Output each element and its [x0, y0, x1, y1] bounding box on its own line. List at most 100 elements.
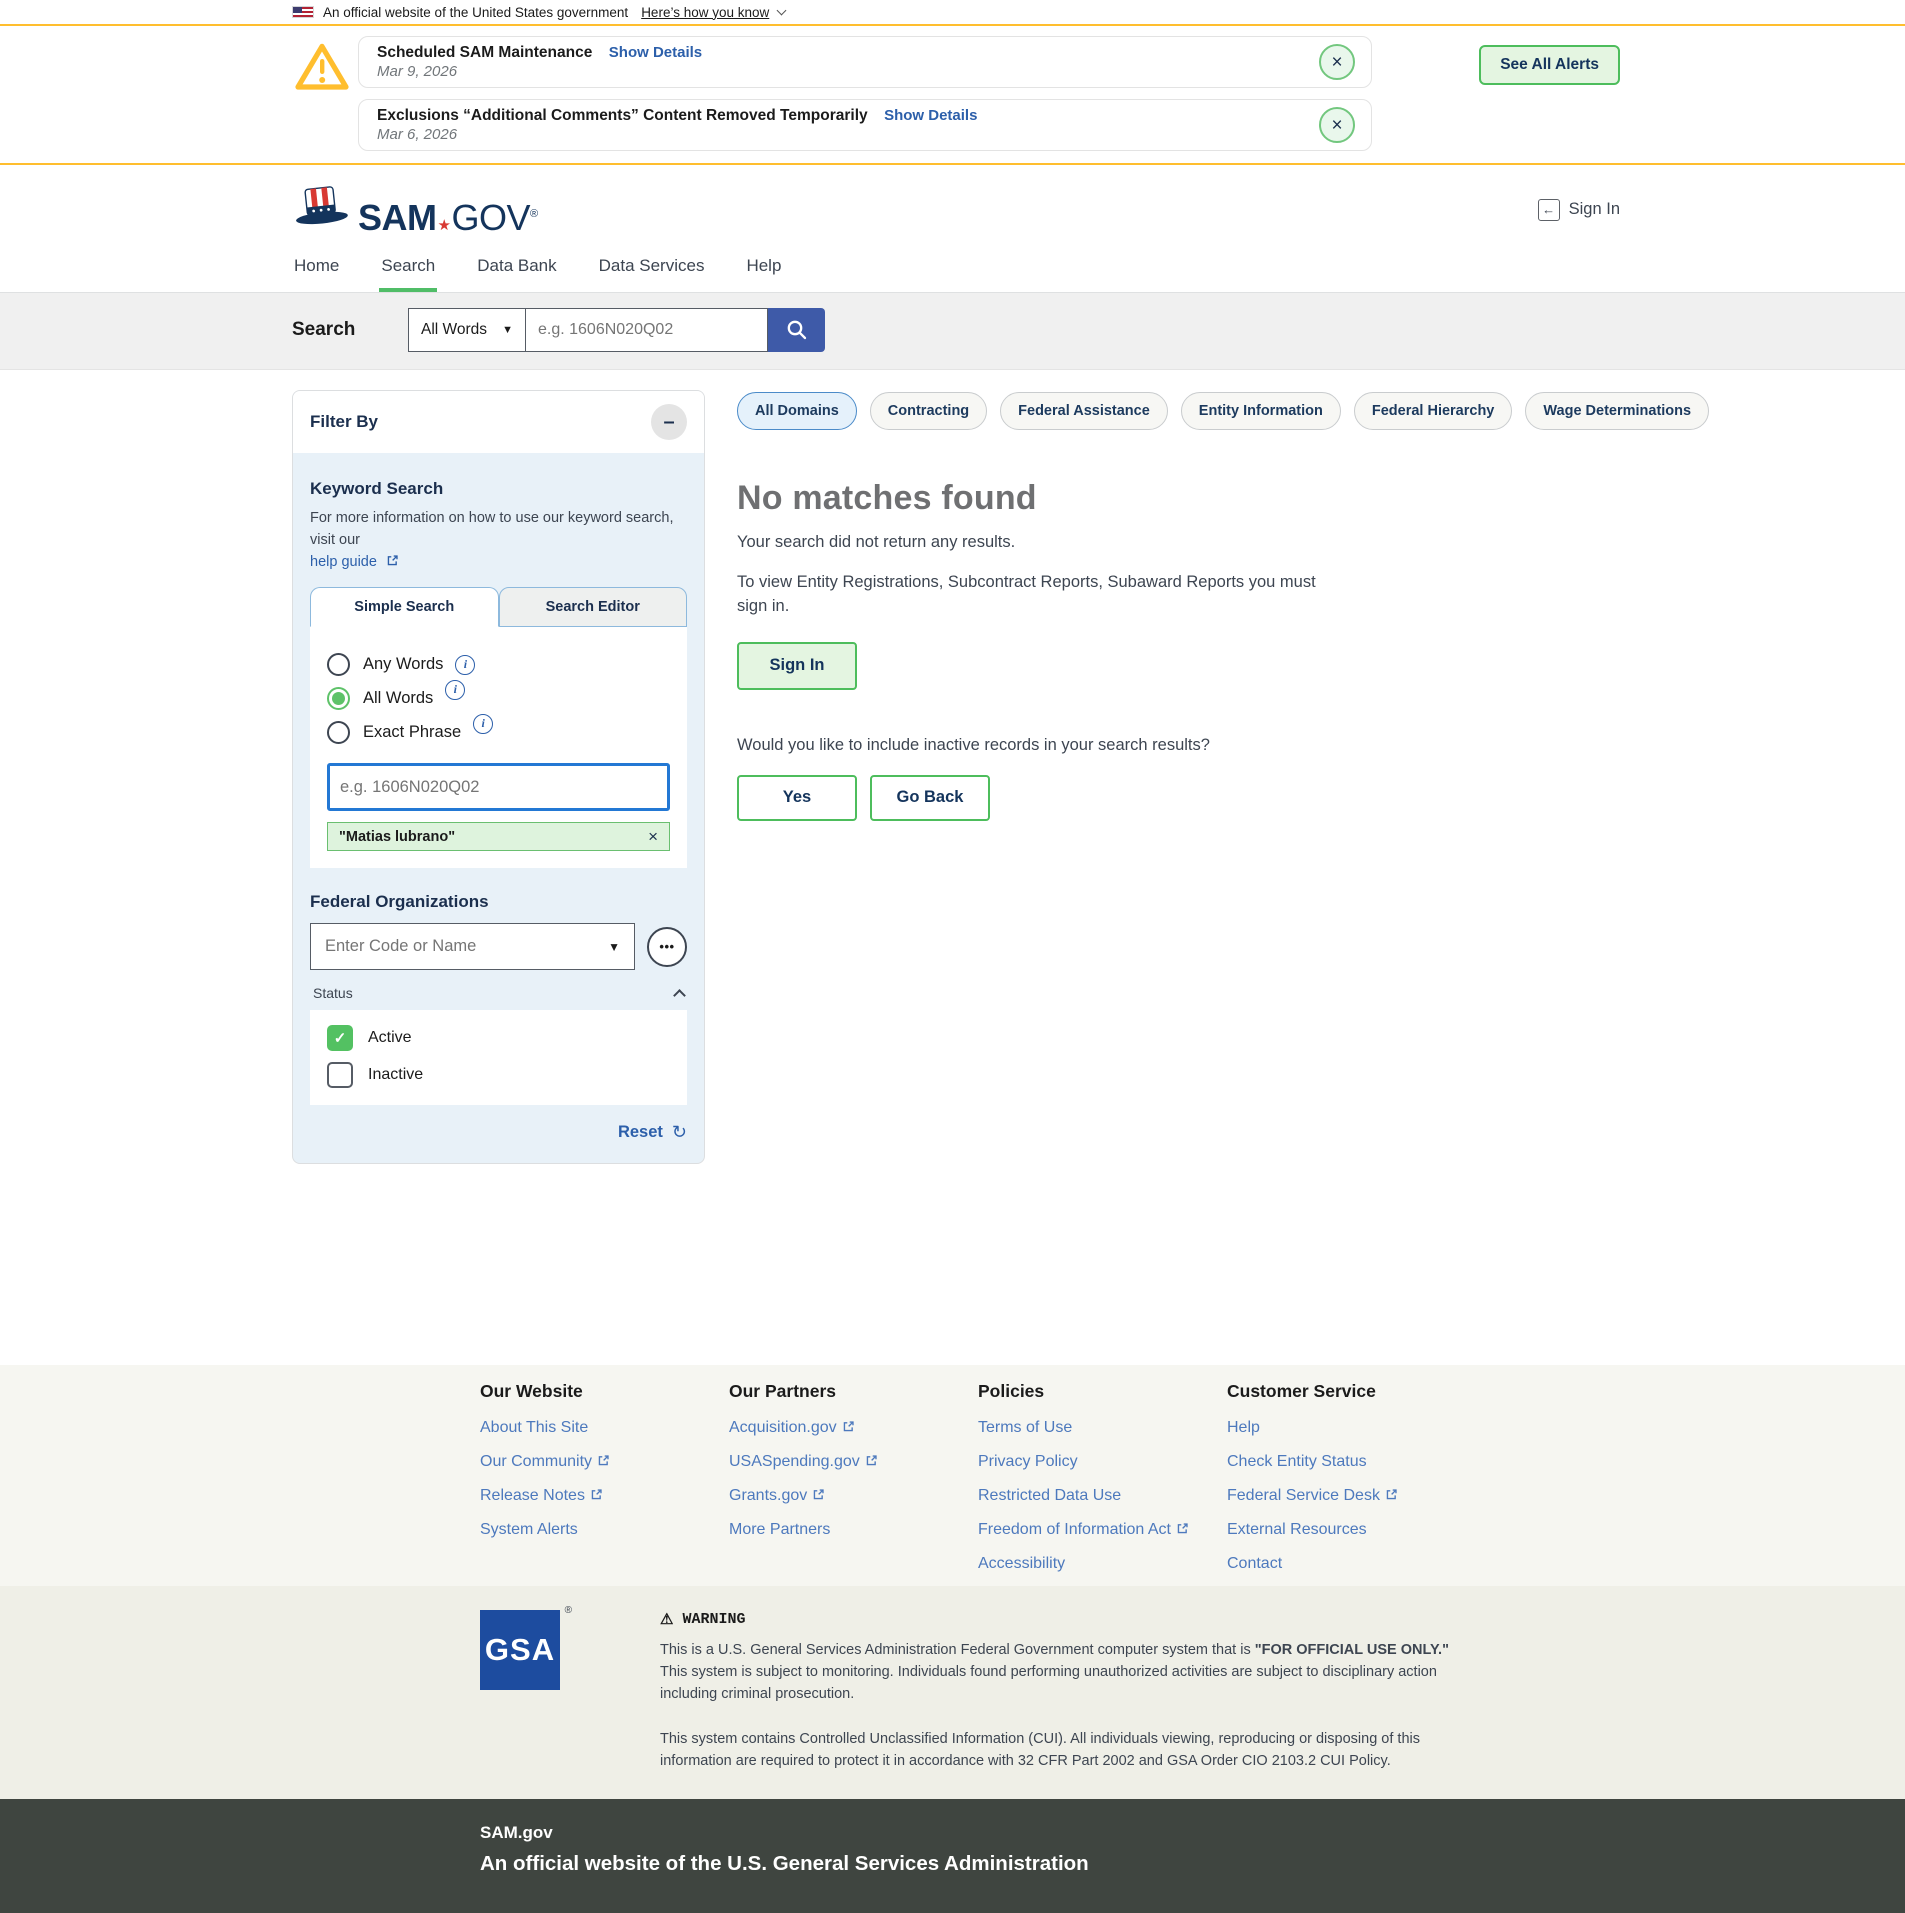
checkbox-unchecked[interactable]: [327, 1062, 353, 1088]
footer-link-more-partners[interactable]: More Partners: [729, 1521, 978, 1538]
footer-link-usaspending-gov[interactable]: USASpending.gov: [729, 1453, 978, 1470]
footer-link-release-notes[interactable]: Release Notes: [480, 1487, 729, 1504]
alert-close-button[interactable]: ×: [1319, 44, 1355, 80]
checkbox-inactive[interactable]: Inactive: [327, 1062, 670, 1088]
external-link-icon: [1176, 1522, 1189, 1535]
footer-link-help[interactable]: Help: [1227, 1419, 1476, 1436]
results-sign-in-button[interactable]: Sign In: [737, 642, 857, 690]
footer-link-external-resources[interactable]: External Resources: [1227, 1521, 1476, 1538]
sign-in-link[interactable]: ← Sign In: [1538, 199, 1620, 221]
yes-button[interactable]: Yes: [737, 775, 857, 821]
pill-federal-assistance[interactable]: Federal Assistance: [1000, 392, 1168, 430]
keyword-info-text: For more information on how to use our k…: [310, 510, 673, 548]
chevron-up-icon: [673, 989, 686, 1002]
pill-all-domains[interactable]: All Domains: [737, 392, 857, 430]
checkbox-checked[interactable]: ✓: [327, 1025, 353, 1051]
close-icon: ×: [1331, 53, 1342, 72]
info-icon[interactable]: i: [445, 680, 465, 700]
radio-button[interactable]: [327, 721, 350, 744]
tab-simple-search[interactable]: Simple Search: [310, 587, 499, 627]
radio-all-words[interactable]: All Words i: [327, 687, 670, 710]
radio-label: All Words: [363, 689, 433, 708]
nav-item-search[interactable]: Search: [379, 250, 437, 292]
banner-how-link[interactable]: Here’s how you know: [641, 5, 769, 20]
warning-title-text: WARNING: [682, 1611, 745, 1628]
go-back-button[interactable]: Go Back: [870, 775, 990, 821]
search-mode-value: All Words: [421, 321, 487, 339]
footer-link-contact[interactable]: Contact: [1227, 1555, 1476, 1572]
caret-down-icon: ▼: [502, 324, 513, 336]
reset-icon: ↻: [672, 1122, 687, 1143]
chevron-down-icon[interactable]: [777, 5, 787, 15]
federal-org-more-button[interactable]: •••: [647, 927, 687, 967]
alert-item: Scheduled SAM Maintenance Show Details M…: [358, 36, 1372, 88]
footer-link-about-this-site[interactable]: About This Site: [480, 1419, 729, 1436]
footer-link-accessibility[interactable]: Accessibility: [978, 1555, 1227, 1572]
footer-link-grants-gov[interactable]: Grants.gov: [729, 1487, 978, 1504]
logo-gov: GOV: [451, 197, 530, 238]
footer-link-our-community[interactable]: Our Community: [480, 1453, 729, 1470]
radio-label: Exact Phrase: [363, 723, 461, 742]
footer-link-foia[interactable]: Freedom of Information Act: [978, 1521, 1227, 1538]
radio-button-selected[interactable]: [327, 687, 350, 710]
domain-filter-pills: All Domains Contracting Federal Assistan…: [737, 392, 1709, 430]
checkbox-active[interactable]: ✓ Active: [327, 1025, 670, 1051]
footer-link-federal-service-desk[interactable]: Federal Service Desk: [1227, 1487, 1476, 1504]
alert-close-button[interactable]: ×: [1319, 107, 1355, 143]
site-header: SAM★GOV® ← Sign In: [0, 165, 1905, 250]
search-submit-button[interactable]: [768, 308, 825, 352]
pill-contracting[interactable]: Contracting: [870, 392, 987, 430]
federal-org-select[interactable]: Enter Code or Name ▼: [310, 923, 635, 970]
us-flag-icon: [292, 6, 314, 18]
radio-any-words[interactable]: Any Words i: [327, 653, 670, 676]
nav-item-data-services[interactable]: Data Services: [597, 250, 707, 292]
warning-icon: ⚠: [660, 1610, 673, 1629]
radio-label: Any Words: [363, 655, 443, 674]
footer-link-check-entity-status[interactable]: Check Entity Status: [1227, 1453, 1476, 1470]
info-icon[interactable]: i: [473, 714, 493, 734]
status-section-toggle[interactable]: Status: [310, 985, 687, 1001]
nav-item-data-bank[interactable]: Data Bank: [475, 250, 558, 292]
keyword-search-input[interactable]: [327, 763, 670, 811]
footer-link-system-alerts[interactable]: System Alerts: [480, 1521, 729, 1538]
reset-filters-link[interactable]: Reset ↻: [310, 1122, 687, 1143]
footer-link-restricted-data-use[interactable]: Restricted Data Use: [978, 1487, 1227, 1504]
global-search-input[interactable]: [526, 308, 768, 352]
collapse-filters-button[interactable]: –: [651, 404, 687, 440]
footer-link-terms-of-use[interactable]: Terms of Use: [978, 1419, 1227, 1436]
alerts-section: Scheduled SAM Maintenance Show Details M…: [0, 26, 1905, 165]
footer: Our Website About This Site Our Communit…: [0, 1365, 1905, 1586]
footer-link-label: Freedom of Information Act: [978, 1521, 1171, 1538]
info-icon[interactable]: i: [455, 655, 475, 675]
see-all-alerts-button[interactable]: See All Alerts: [1479, 45, 1620, 85]
alert-show-details-link[interactable]: Show Details: [609, 44, 702, 61]
sam-gov-logo[interactable]: SAM★GOV®: [292, 185, 538, 234]
filter-panel-header: Filter By –: [293, 391, 704, 453]
nav-item-help[interactable]: Help: [744, 250, 783, 292]
nav-item-home[interactable]: Home: [292, 250, 341, 292]
search-mode-select[interactable]: All Words ▼: [408, 308, 526, 352]
warning-text-bold: "FOR OFFICIAL USE ONLY.": [1255, 1642, 1449, 1658]
search-band: Search All Words ▼: [0, 293, 1905, 370]
chip-remove-button[interactable]: ×: [648, 828, 658, 845]
banner-text: An official website of the United States…: [323, 5, 628, 20]
keyword-search-heading: Keyword Search: [310, 479, 687, 499]
tab-search-editor[interactable]: Search Editor: [499, 587, 688, 627]
help-guide-link[interactable]: help guide: [310, 554, 377, 570]
alert-show-details-link[interactable]: Show Details: [884, 107, 977, 124]
pill-federal-hierarchy[interactable]: Federal Hierarchy: [1354, 392, 1513, 430]
footer-link-label: USASpending.gov: [729, 1453, 860, 1470]
uncle-sam-hat-icon: [292, 185, 350, 234]
no-results-text: Your search did not return any results.: [737, 533, 1709, 552]
footer-link-acquisition-gov[interactable]: Acquisition.gov: [729, 1419, 978, 1436]
footer-link-privacy-policy[interactable]: Privacy Policy: [978, 1453, 1227, 1470]
alert-item: Exclusions “Additional Comments” Content…: [358, 99, 1372, 151]
include-inactive-question: Would you like to include inactive recor…: [737, 736, 1709, 755]
pill-wage-determinations[interactable]: Wage Determinations: [1525, 392, 1709, 430]
pill-entity-information[interactable]: Entity Information: [1181, 392, 1341, 430]
radio-button[interactable]: [327, 653, 350, 676]
results-area: All Domains Contracting Federal Assistan…: [737, 390, 1709, 821]
radio-exact-phrase[interactable]: Exact Phrase i: [327, 721, 670, 744]
external-link-icon: [597, 1454, 610, 1467]
keyword-chip-label: "Matias lubrano": [339, 829, 455, 845]
